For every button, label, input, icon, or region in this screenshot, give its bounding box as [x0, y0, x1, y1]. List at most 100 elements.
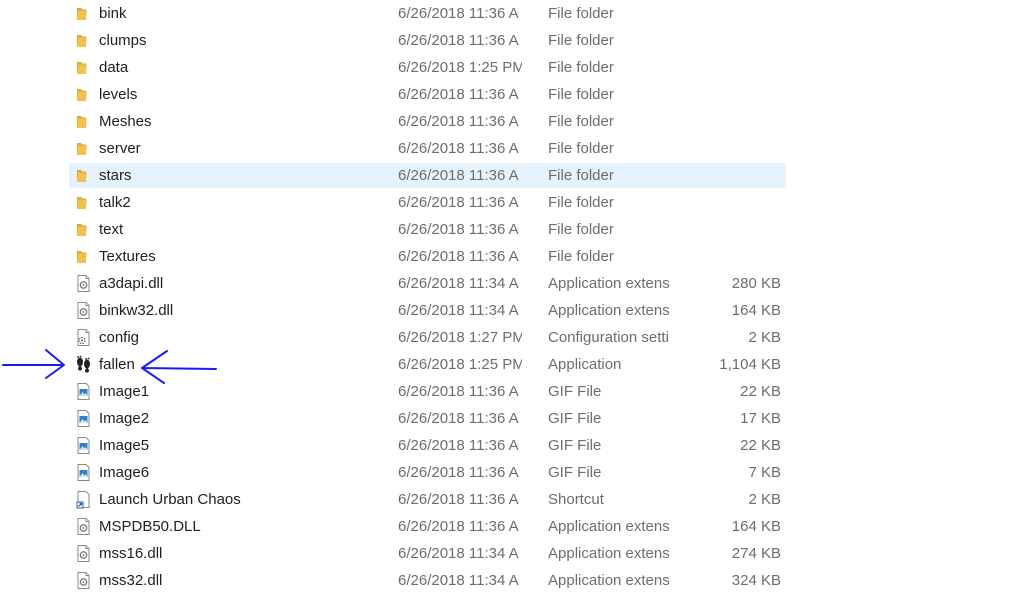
config-icon — [75, 328, 92, 347]
file-name: config — [99, 329, 140, 346]
date-modified: 6/26/2018 1:27 PM — [398, 329, 522, 346]
folder-icon — [75, 220, 92, 239]
date-modified: 6/26/2018 11:36 A — [398, 383, 519, 400]
file-name: levels — [99, 86, 138, 103]
folder-icon — [75, 4, 92, 23]
date-modified: 6/26/2018 11:34 A — [398, 572, 519, 589]
file-name: Image2 — [99, 410, 150, 427]
file-size: 2 KB — [748, 491, 781, 508]
file-name: stars — [99, 167, 132, 184]
file-name: Image6 — [99, 464, 150, 481]
file-row[interactable]: bink 6/26/2018 11:36 A File folder — [0, 0, 1018, 27]
image-icon — [75, 436, 92, 455]
date-modified: 6/26/2018 11:36 A — [398, 410, 519, 427]
file-type: File folder — [548, 32, 614, 49]
folder-icon — [75, 112, 92, 131]
file-row[interactable]: MSPDB50.DLL 6/26/2018 11:36 A Application … — [0, 513, 1018, 540]
file-type: Configuration setti — [548, 329, 669, 346]
date-modified: 6/26/2018 1:25 PM — [398, 59, 522, 76]
date-modified: 6/26/2018 11:34 A — [398, 545, 519, 562]
file-size: 7 KB — [748, 464, 781, 481]
file-row[interactable]: talk2 6/26/2018 11:36 A File folder — [0, 189, 1018, 216]
file-row[interactable]: Textures 6/26/2018 11:36 A File folder — [0, 243, 1018, 270]
file-type: GIF File — [548, 410, 602, 427]
date-modified: 6/26/2018 1:25 PM — [398, 356, 522, 373]
file-name: text — [99, 221, 124, 238]
footprints-icon — [75, 355, 92, 374]
file-row[interactable]: mss32.dll 6/26/2018 11:34 A Application ex… — [0, 567, 1018, 594]
dll-icon — [75, 274, 92, 293]
file-name: a3dapi.dll — [99, 275, 164, 292]
date-modified: 6/26/2018 11:34 A — [398, 275, 519, 292]
file-name: binkw32.dll — [99, 302, 174, 319]
file-size: 280 KB — [731, 275, 781, 292]
file-row[interactable]: a3dapi.dll 6/26/2018 11:34 A Application e… — [0, 270, 1018, 297]
file-type: Application extens — [548, 572, 670, 589]
dll-icon — [75, 544, 92, 563]
file-row[interactable]: mss16.dll 6/26/2018 11:34 A Application ex… — [0, 540, 1018, 567]
file-row[interactable]: text 6/26/2018 11:36 A File folder — [0, 216, 1018, 243]
file-type: Application extens — [548, 302, 670, 319]
file-name: talk2 — [99, 194, 131, 211]
file-name: Launch Urban Chaos — [99, 491, 241, 508]
file-size: 274 KB — [731, 545, 781, 562]
file-row[interactable]: Image5 6/26/2018 11:36 A GIF File 22 KB — [0, 432, 1018, 459]
folder-icon — [75, 31, 92, 50]
file-type: Application extens — [548, 275, 670, 292]
file-row[interactable]: server 6/26/2018 11:36 A File folder — [0, 135, 1018, 162]
file-row[interactable]: Launch Urban Chaos 6/26/2018 11:36 A Short… — [0, 486, 1018, 513]
dll-icon — [75, 571, 92, 590]
file-type: File folder — [548, 59, 614, 76]
file-size: 164 KB — [731, 518, 781, 535]
file-name: data — [99, 59, 129, 76]
file-type: File folder — [548, 248, 614, 265]
file-row[interactable]: Image1 6/26/2018 11:36 A GIF File 22 KB — [0, 378, 1018, 405]
file-row[interactable]: Meshes 6/26/2018 11:36 A File folder — [0, 108, 1018, 135]
folder-icon — [75, 58, 92, 77]
file-row[interactable]: data 6/26/2018 1:25 PM File folder — [0, 54, 1018, 81]
file-name: server — [99, 140, 141, 157]
file-row[interactable]: Image2 6/26/2018 11:36 A GIF File 17 KB — [0, 405, 1018, 432]
date-modified: 6/26/2018 11:36 A — [398, 437, 519, 454]
file-name: MSPDB50.DLL — [99, 518, 201, 535]
folder-icon — [75, 247, 92, 266]
file-name: bink — [99, 5, 127, 22]
file-row[interactable]: clumps 6/26/2018 11:36 A File folder — [0, 27, 1018, 54]
file-row[interactable]: stars 6/26/2018 11:36 A File folder — [0, 162, 1018, 189]
folder-icon — [75, 85, 92, 104]
file-type: File folder — [548, 221, 614, 238]
image-icon — [75, 463, 92, 482]
file-type: Application extens — [548, 518, 670, 535]
file-type: File folder — [548, 113, 614, 130]
file-size: 22 KB — [740, 383, 781, 400]
dll-icon — [75, 517, 92, 536]
folder-icon — [75, 166, 92, 185]
file-size: 1,104 KB — [719, 356, 781, 373]
file-type: File folder — [548, 194, 614, 211]
date-modified: 6/26/2018 11:36 A — [398, 518, 519, 535]
file-name: Meshes — [99, 113, 152, 130]
file-row[interactable]: config 6/26/2018 1:27 PM Configuration set… — [0, 324, 1018, 351]
date-modified: 6/26/2018 11:36 A — [398, 221, 519, 238]
image-icon — [75, 382, 92, 401]
file-row[interactable]: binkw32.dll 6/26/2018 11:34 A Application … — [0, 297, 1018, 324]
file-type: Shortcut — [548, 491, 604, 508]
date-modified: 6/26/2018 11:36 A — [398, 140, 519, 157]
file-row[interactable]: levels 6/26/2018 11:36 A File folder — [0, 81, 1018, 108]
date-modified: 6/26/2018 11:36 A — [398, 113, 519, 130]
file-size: 324 KB — [731, 572, 781, 589]
date-modified: 6/26/2018 11:36 A — [398, 86, 519, 103]
file-name: Image5 — [99, 437, 150, 454]
file-size: 164 KB — [731, 302, 781, 319]
file-type: File folder — [548, 167, 614, 184]
file-type: GIF File — [548, 437, 602, 454]
file-name: clumps — [99, 32, 147, 49]
file-type: Application extens — [548, 545, 670, 562]
file-row[interactable]: Image6 6/26/2018 11:36 A GIF File 7 KB — [0, 459, 1018, 486]
shortcut-icon — [75, 490, 92, 509]
date-modified: 6/26/2018 11:36 A — [398, 248, 519, 265]
date-modified: 6/26/2018 11:36 A — [398, 464, 519, 481]
file-type: File folder — [548, 86, 614, 103]
file-row[interactable]: fallen 6/26/2018 1:25 PM Application 1,104 … — [0, 351, 1018, 378]
file-name: Image1 — [99, 383, 150, 400]
